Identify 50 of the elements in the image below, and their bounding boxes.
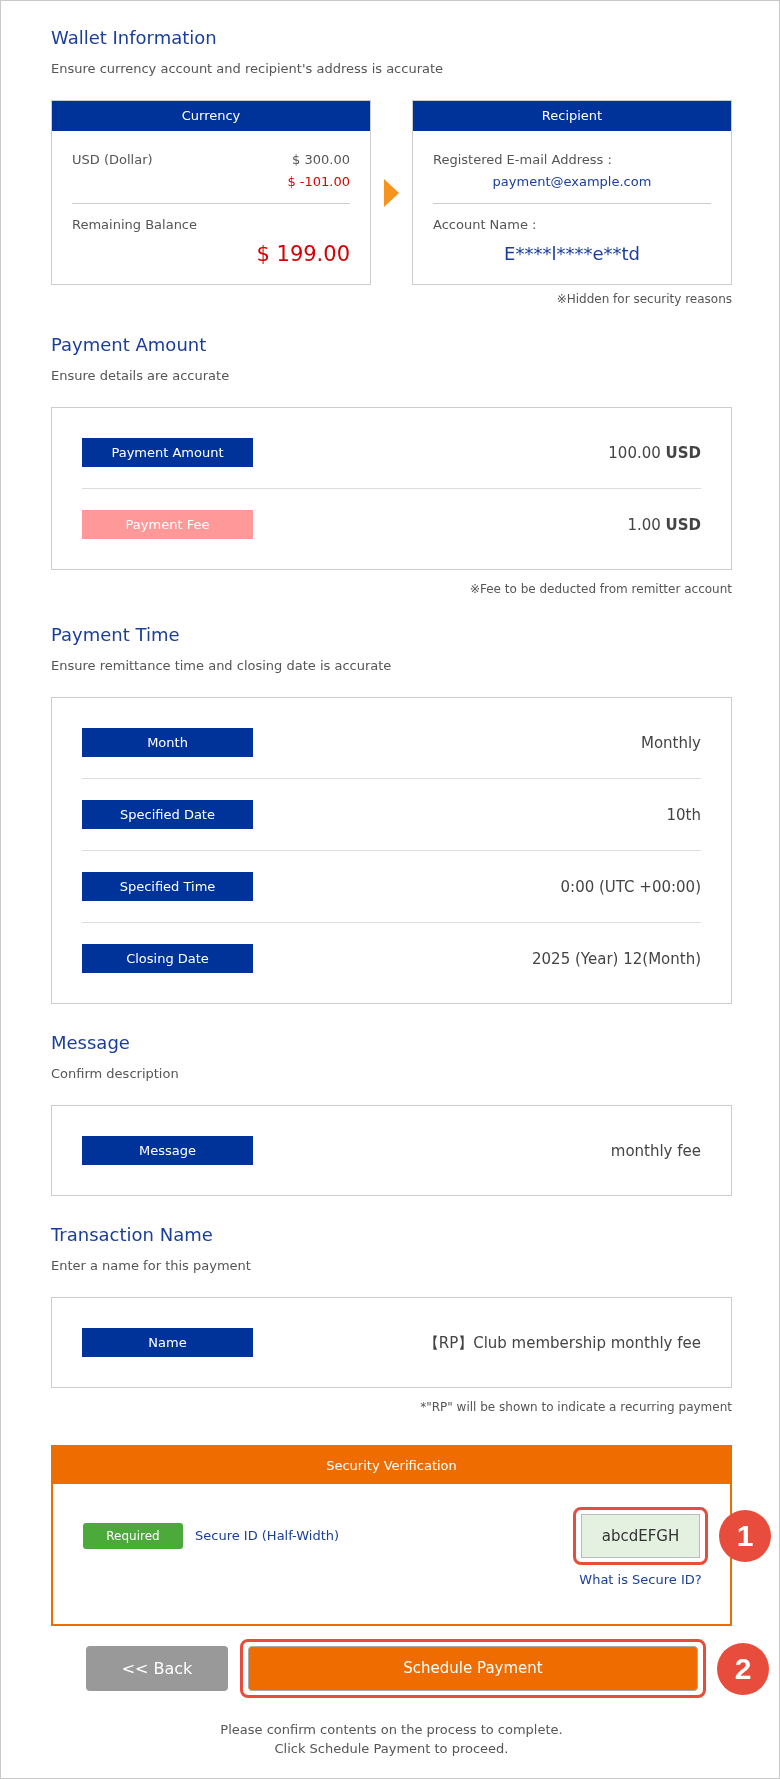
- section-title: Message: [51, 1031, 130, 1055]
- section-title: Wallet Information: [51, 26, 217, 50]
- row-value: 【RP】Club membership monthly fee: [423, 1332, 701, 1353]
- row-value: 100.00 USD: [608, 442, 701, 463]
- note-text: ※Fee to be deducted from remitter account: [469, 582, 732, 596]
- email-address: payment@example.com: [492, 173, 652, 191]
- row-label: Specified Date: [82, 800, 253, 829]
- section-subtitle: Enter a name for this payment: [51, 1257, 251, 1275]
- currency-account: USD (Dollar): [72, 151, 153, 169]
- secure-id-label: Secure ID (Half-Width): [195, 1527, 340, 1545]
- card-header: Currency: [52, 101, 370, 131]
- note-text: *"RP" will be shown to indicate a recurring payment: [420, 1400, 732, 1414]
- account-amount: $ 300.00: [292, 151, 350, 169]
- card-header: Recipient: [413, 101, 731, 131]
- account-name: E****l****e**td: [504, 242, 640, 266]
- instruction-text: Please confirm contents on the process to complete.: [219, 1721, 564, 1739]
- account-name-label: Account Name :: [433, 216, 537, 234]
- email-label: Registered E-mail Address :: [433, 151, 612, 169]
- section-subtitle: Ensure details are accurate: [51, 367, 230, 385]
- row-label: Message: [82, 1136, 253, 1165]
- row-label: Closing Date: [82, 944, 253, 973]
- row-value: 1.00 USD: [627, 514, 701, 535]
- row-value: monthly fee: [610, 1140, 701, 1161]
- row-value: 10th: [666, 804, 701, 825]
- row-value: Monthly: [640, 732, 701, 753]
- section-title: Payment Time: [51, 623, 180, 647]
- secure-id-field[interactable]: abcdEFGH: [581, 1514, 700, 1558]
- callout-number: 1: [719, 1510, 771, 1562]
- row-label: Month: [82, 728, 253, 757]
- row-value: 0:00 (UTC +00:00): [560, 876, 701, 897]
- row-value: 2025 (Year) 12(Month): [532, 948, 701, 969]
- callout-number: 2: [717, 1642, 769, 1695]
- section-title: Payment Amount: [51, 333, 207, 357]
- remaining-balance-label: Remaining Balance: [72, 216, 197, 234]
- help-link[interactable]: What is Secure ID?: [579, 1571, 702, 1589]
- arrow-right-icon: [384, 178, 399, 207]
- row-label: Payment Fee: [82, 510, 253, 539]
- note-text: ※Hidden for security reasons: [556, 292, 732, 306]
- instruction-text: Click Schedule Payment to proceed.: [273, 1740, 510, 1758]
- row-label: Payment Amount: [82, 438, 253, 467]
- remaining-balance-amount: $ 199.00: [256, 241, 350, 267]
- required-badge: Required: [83, 1523, 183, 1549]
- section-subtitle: Ensure remittance time and closing date is accurate: [51, 657, 392, 675]
- section-subtitle: Ensure currency account and recipient's address is accurate: [51, 60, 444, 78]
- section-title: Transaction Name: [51, 1223, 213, 1247]
- row-label: Specified Time: [82, 872, 253, 901]
- section-subtitle: Confirm description: [51, 1065, 179, 1083]
- deduction-amount: $ -101.00: [287, 173, 350, 191]
- row-label: Name: [82, 1328, 253, 1357]
- panel-header: Security Verification: [53, 1447, 730, 1484]
